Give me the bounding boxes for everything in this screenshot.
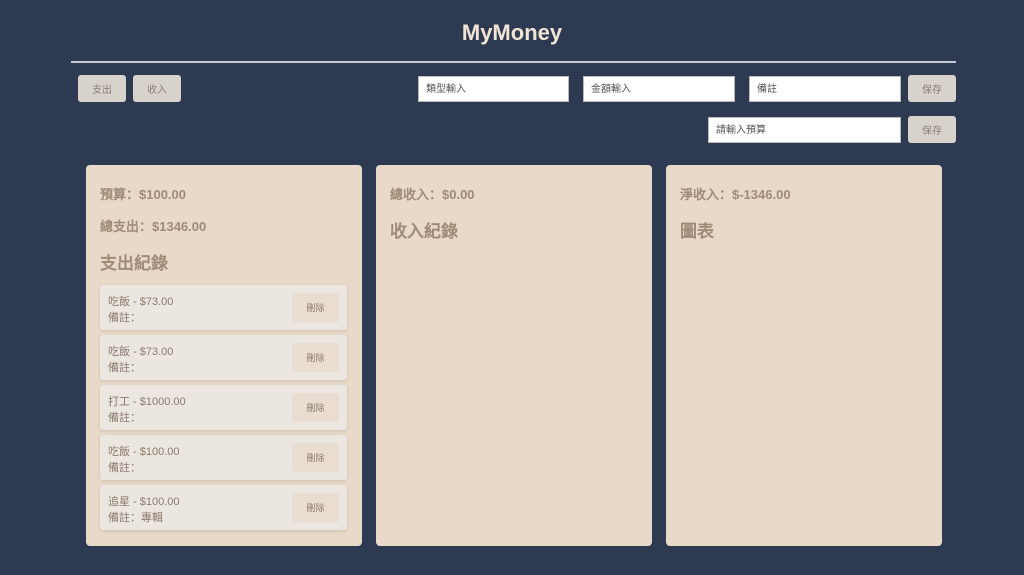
amount-input[interactable] bbox=[583, 76, 735, 102]
record-note: 備註： bbox=[108, 362, 141, 374]
delete-button[interactable]: 刪除 bbox=[292, 343, 339, 372]
record-note: 備註：專輯 bbox=[108, 512, 163, 524]
expense-records-heading: 支出紀錄 bbox=[100, 254, 168, 273]
delete-button[interactable]: 刪除 bbox=[292, 293, 339, 322]
expense-record: 追星 - $100.00 備註：專輯 刪除 bbox=[100, 485, 347, 530]
record-title: 吃飯 - $73.00 bbox=[108, 346, 174, 358]
expense-panel: 預算：$100.00 總支出：$1346.00 支出紀錄 吃飯 - $73.00… bbox=[86, 165, 362, 546]
record-title: 吃飯 - $100.00 bbox=[108, 446, 180, 458]
net-income-text: 淨收入：$-1346.00 bbox=[680, 187, 791, 202]
net-income-panel: 淨收入：$-1346.00 圖表 bbox=[666, 165, 942, 546]
note-input[interactable] bbox=[749, 76, 901, 102]
type-input[interactable] bbox=[418, 76, 569, 102]
expense-record: 吃飯 - $73.00 備註： 刪除 bbox=[100, 335, 347, 380]
app-title: MyMoney bbox=[461, 20, 563, 45]
record-note: 備註： bbox=[108, 412, 141, 424]
expense-tab-button[interactable]: 支出 bbox=[78, 75, 126, 102]
record-note: 備註： bbox=[108, 462, 141, 474]
delete-button[interactable]: 刪除 bbox=[292, 493, 339, 522]
record-title: 追星 - $100.00 bbox=[108, 496, 180, 508]
budget-save-button[interactable]: 保存 bbox=[908, 116, 956, 143]
income-tab-button[interactable]: 收入 bbox=[133, 75, 181, 102]
total-expense-text: 總支出：$1346.00 bbox=[100, 219, 207, 234]
record-title: 打工 - $1000.00 bbox=[108, 396, 186, 408]
income-records-heading: 收入紀錄 bbox=[390, 222, 458, 241]
expense-record: 吃飯 - $100.00 備註： 刪除 bbox=[100, 435, 347, 480]
save-button[interactable]: 保存 bbox=[908, 75, 956, 102]
chart-heading: 圖表 bbox=[680, 222, 714, 241]
record-title: 吃飯 - $73.00 bbox=[108, 296, 174, 308]
delete-button[interactable]: 刪除 bbox=[292, 393, 339, 422]
budget-text: 預算：$100.00 bbox=[100, 187, 186, 202]
income-panel: 總收入：$0.00 收入紀錄 bbox=[376, 165, 652, 546]
expense-record: 吃飯 - $73.00 備註： 刪除 bbox=[100, 285, 347, 330]
budget-input[interactable] bbox=[708, 117, 901, 143]
total-income-text: 總收入：$0.00 bbox=[390, 187, 475, 202]
expense-record: 打工 - $1000.00 備註： 刪除 bbox=[100, 385, 347, 430]
header-divider bbox=[71, 61, 956, 63]
record-note: 備註： bbox=[108, 312, 141, 324]
delete-button[interactable]: 刪除 bbox=[292, 443, 339, 472]
